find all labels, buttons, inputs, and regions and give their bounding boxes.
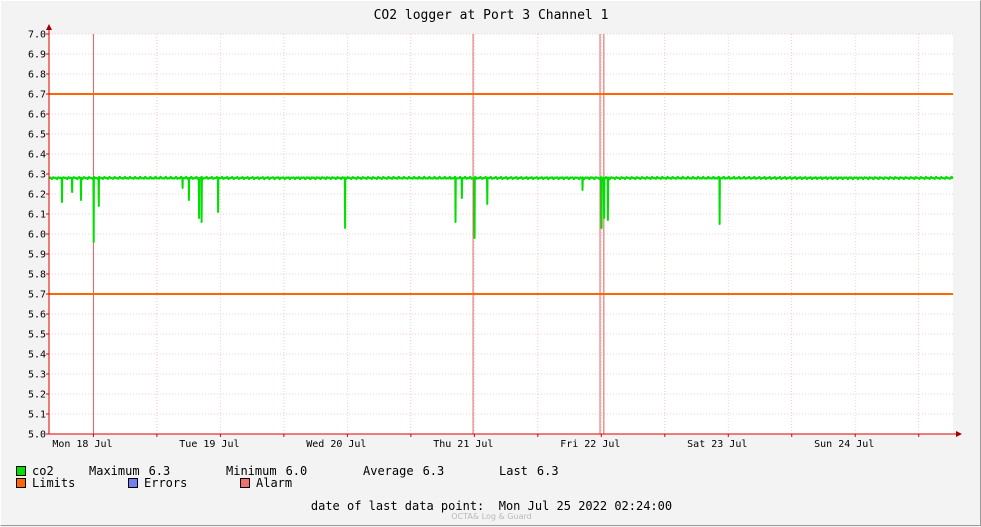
x-tick-label: Tue 19 Jul (179, 439, 239, 450)
legend-item-alarm: Alarm (240, 476, 292, 490)
x-tick-label: Sat 23 Jul (687, 439, 747, 450)
last-data-point-label: date of last data point: (310, 499, 485, 513)
y-tick-label: 5.5 (28, 330, 46, 341)
x-tick-label: Wed 20 Jul (306, 439, 366, 450)
co2-swatch-icon (16, 466, 26, 476)
limits-swatch-icon (16, 478, 26, 488)
legend-item-limits: Limits (16, 476, 128, 490)
y-tick-label: 5.1 (28, 410, 46, 421)
chart-canvas: CO2 logger at Port 3 Channel 1 5.0 5.1 5.2 5… (28, 8, 962, 450)
stat-last: Last 6.3 (499, 464, 559, 478)
y-tick-label: 6.2 (28, 190, 46, 201)
y-tick-label: 5.8 (28, 270, 46, 281)
y-tick-label: 6.8 (28, 70, 46, 81)
last-data-point-value: Mon Jul 25 2022 02:24:00 (498, 499, 673, 513)
stat-last-label: Last (499, 464, 528, 478)
legend-limits-label: Limits (32, 476, 76, 490)
stat-last-value: 6.3 (536, 464, 559, 478)
stat-average-value: 6.3 (422, 464, 445, 478)
x-tick-label: Mon 18 Jul (52, 439, 112, 450)
y-tick-label: 5.6 (28, 310, 46, 321)
y-tick-label: 5.9 (28, 250, 46, 261)
y-tick-label: 6.6 (28, 110, 46, 121)
y-tick-label: 6.7 (28, 90, 46, 101)
y-tick-label: 6.1 (28, 210, 46, 221)
watermark: OCTA& Log & Guard (451, 512, 532, 521)
y-tick-label: 5.3 (28, 370, 46, 381)
stat-average-label: Average (363, 464, 414, 478)
errors-swatch-icon (128, 478, 138, 488)
chart-title: CO2 logger at Port 3 Channel 1 (374, 8, 609, 23)
chart-window: CO2 logger at Port 3 Channel 1 5.0 5.1 5.2 5… (0, 0, 981, 526)
legend-row-markers: Limits Errors Alarm (16, 476, 292, 490)
y-tick-label: 6.5 (28, 130, 46, 141)
x-tick-label: Thu 21 Jul (433, 439, 493, 450)
y-axis-arrow-icon (46, 24, 52, 30)
stat-average: Average 6.3 (363, 464, 499, 478)
y-tick-label: 6.3 (28, 170, 46, 181)
y-tick-label: 6.9 (28, 50, 46, 61)
y-tick-label: 7.0 (28, 30, 46, 41)
alarm-swatch-icon (240, 478, 250, 488)
y-tick-label: 6.4 (28, 150, 46, 161)
x-tick-label: Fri 22 Jul (560, 439, 620, 450)
legend-alarm-label: Alarm (256, 476, 293, 490)
last-data-point: date of last data point: Mon Jul 25 2022… (1, 499, 981, 513)
y-tick-label: 5.0 (28, 430, 46, 441)
y-tick-label: 6.0 (28, 230, 46, 241)
y-tick-label: 5.7 (28, 290, 46, 301)
y-tick-label: 5.2 (28, 390, 46, 401)
x-tick-label: Sun 24 Jul (814, 439, 874, 450)
x-axis-arrow-icon (956, 431, 962, 437)
y-tick-label: 5.4 (28, 350, 46, 361)
legend-errors-label: Errors (144, 476, 188, 490)
legend-item-errors: Errors (128, 476, 240, 490)
